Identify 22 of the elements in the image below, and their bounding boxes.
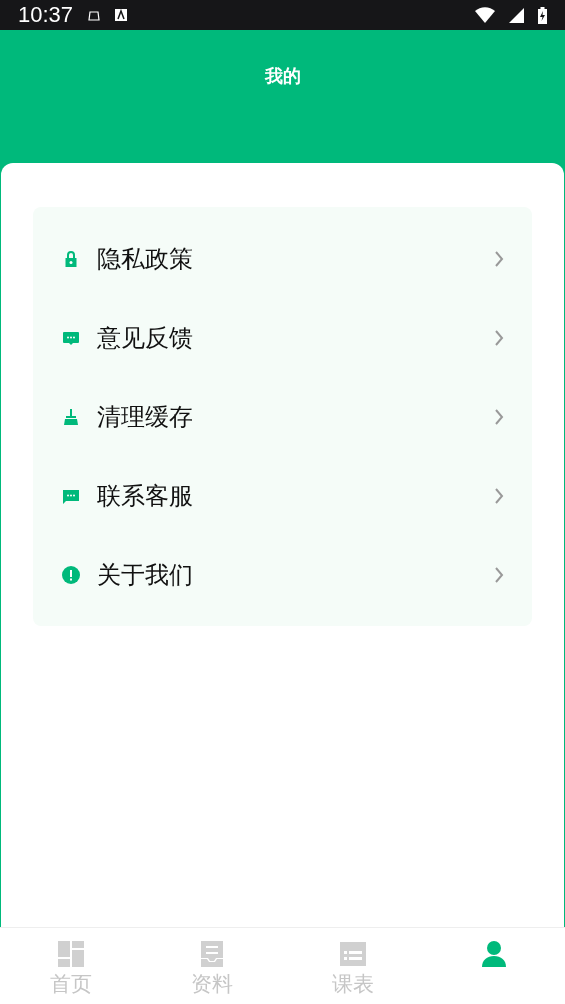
wifi-icon (475, 7, 495, 23)
list-icon (339, 940, 368, 968)
menu-item[interactable]: 隐私政策 (33, 219, 532, 298)
exclamation-icon (61, 564, 81, 585)
broom-icon (61, 406, 81, 427)
menu-item[interactable]: 清理缓存 (33, 377, 532, 456)
signal-icon (509, 7, 524, 23)
chevron-right-icon (494, 565, 504, 584)
chevron-right-icon (494, 407, 504, 426)
menu-item[interactable]: 联系客服 (33, 456, 532, 535)
chevron-right-icon (494, 328, 504, 347)
chevron-right-icon (494, 486, 504, 505)
status-time: 10:37 (18, 2, 74, 28)
chevron-right-icon (494, 249, 504, 268)
menu-item[interactable]: 意见反馈 (33, 298, 532, 377)
menu-item[interactable]: 关于我们 (33, 535, 532, 614)
dashboard-icon (56, 940, 85, 968)
page-title: 我的 (264, 64, 301, 88)
notification-icon (87, 8, 102, 22)
battery-icon (538, 6, 547, 24)
app-notification-icon (115, 9, 128, 21)
person-icon (480, 940, 509, 968)
